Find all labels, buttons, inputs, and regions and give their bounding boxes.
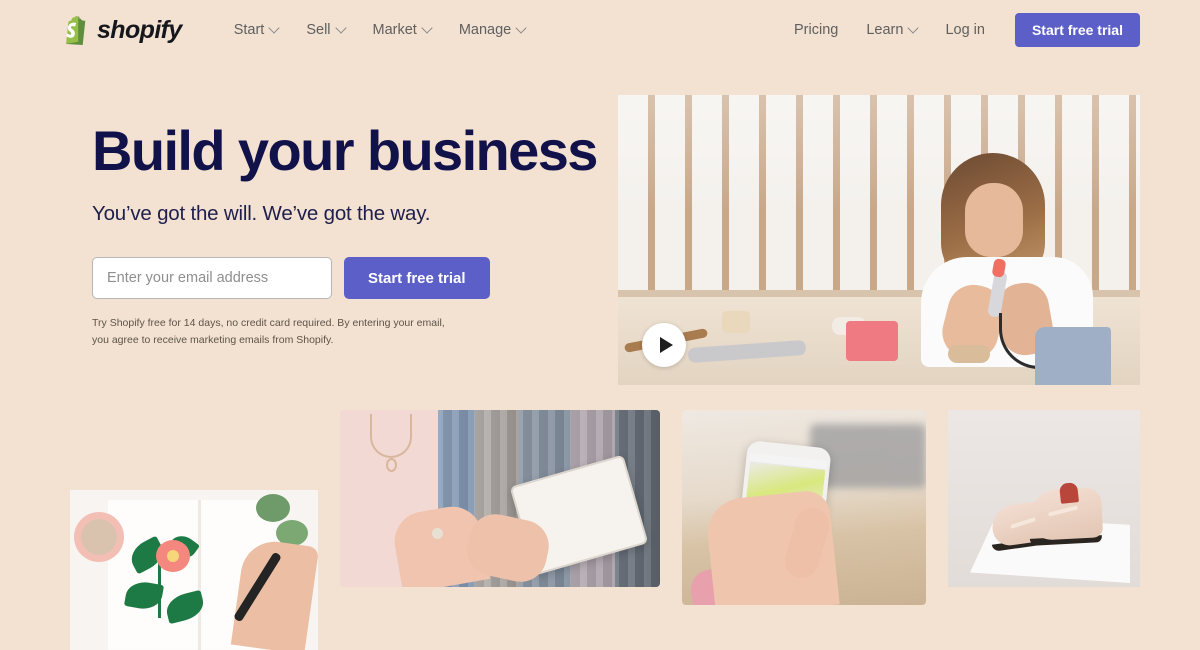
nav-item-market-label: Market xyxy=(372,22,417,38)
table-prop-pink-machine xyxy=(846,321,898,361)
clothing-rack-ring xyxy=(432,528,443,539)
page-title: Build your business xyxy=(92,119,598,182)
gallery-card-phone[interactable] xyxy=(682,410,926,605)
sketch-cup xyxy=(74,512,124,562)
video-person-figure xyxy=(903,145,1118,385)
hero-video-thumbnail[interactable] xyxy=(618,95,1140,385)
nav-item-login[interactable]: Log in xyxy=(945,22,985,38)
chevron-down-icon xyxy=(334,22,347,34)
email-signup-form: Start free trial xyxy=(92,257,612,300)
secondary-nav-links: Pricing Learn Log in Start free trial xyxy=(794,13,1140,47)
chevron-down-icon xyxy=(907,22,920,34)
play-icon xyxy=(659,337,673,353)
nav-item-pricing[interactable]: Pricing xyxy=(794,22,838,38)
nav-start-free-trial-button[interactable]: Start free trial xyxy=(1014,13,1140,47)
shopify-bag-icon xyxy=(66,15,86,45)
person-jeans xyxy=(1035,327,1111,385)
signup-disclaimer: Try Shopify free for 14 days, no credit … xyxy=(92,317,445,346)
clothing-rack-necklace xyxy=(370,414,412,458)
shoe-tongue xyxy=(1059,482,1079,504)
sketch-notebook-spine xyxy=(198,500,201,650)
shopify-logo[interactable]: shopify xyxy=(64,15,182,45)
person-face xyxy=(965,183,1023,257)
nav-item-start[interactable]: Start xyxy=(233,22,280,38)
clothing-rack-pendant xyxy=(386,458,397,472)
nav-item-login-label: Log in xyxy=(945,22,985,38)
gallery-card-shoes[interactable] xyxy=(948,410,1140,587)
nav-item-sell-label: Sell xyxy=(306,22,331,38)
video-play-button[interactable] xyxy=(642,323,686,367)
sketch-flower-bloom xyxy=(156,540,190,572)
email-input[interactable] xyxy=(92,257,332,300)
table-prop-tape-roll xyxy=(722,311,750,333)
hero-subtitle: You’ve got the will. We’ve got the way. xyxy=(92,202,431,226)
hero-section: Build your business You’ve got the will.… xyxy=(92,119,612,348)
nav-item-start-label: Start xyxy=(233,22,265,38)
primary-nav-links: Start Sell Market Manage xyxy=(233,22,527,38)
chevron-down-icon xyxy=(268,22,280,34)
nav-item-market[interactable]: Market xyxy=(372,22,433,38)
hero-start-free-trial-button[interactable]: Start free trial xyxy=(344,257,490,300)
nav-item-manage-label: Manage xyxy=(458,22,512,38)
chevron-down-icon xyxy=(515,22,527,34)
table-prop-stone xyxy=(948,345,990,363)
chevron-down-icon xyxy=(421,22,433,34)
nav-item-learn[interactable]: Learn xyxy=(866,22,920,38)
nav-item-learn-label: Learn xyxy=(866,22,904,38)
nav-item-pricing-label: Pricing xyxy=(794,22,839,38)
gallery-card-clothing-rack[interactable] xyxy=(340,410,660,587)
nav-item-manage[interactable]: Manage xyxy=(458,22,527,38)
gallery-card-sketch[interactable] xyxy=(70,490,318,650)
sketch-eucalyptus-leaf xyxy=(256,494,290,522)
top-navigation-bar: shopify Start Sell Market Manage Pricing… xyxy=(0,0,1200,60)
shopify-wordmark: shopify xyxy=(97,15,182,44)
nav-item-sell[interactable]: Sell xyxy=(306,22,347,38)
